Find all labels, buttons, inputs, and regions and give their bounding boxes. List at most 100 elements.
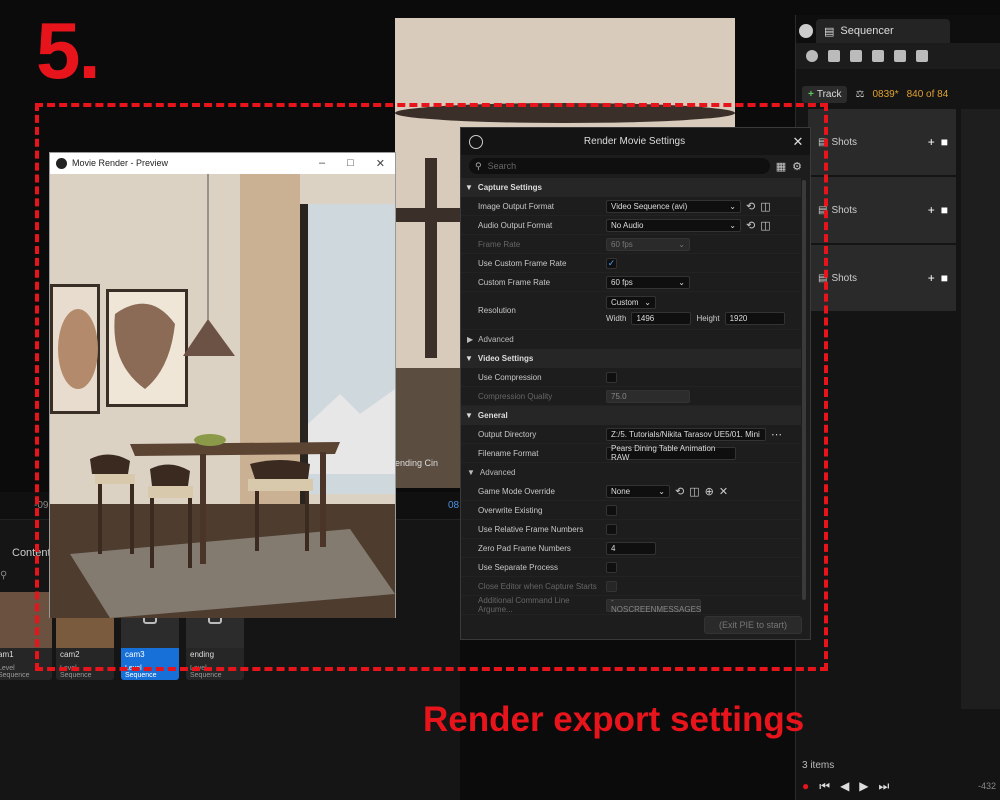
unreal-logo-icon [56,157,67,169]
output-directory-field[interactable]: Z:/5. Tutorials/Nikita Tarasov UE5/01. M… [606,427,766,441]
frame-range: 840 of 84 [906,88,949,100]
section-capture-settings[interactable]: ▼ Capture Settings [461,178,801,197]
use-relative-frame-numbers-checkbox[interactable] [606,523,617,535]
chevron-down-icon: ▼ [465,354,473,363]
play-icon[interactable]: ▶ [859,779,868,794]
game-mode-override-dropdown[interactable]: None ⌄ [606,484,670,498]
maximize-icon[interactable]: □ [347,157,354,170]
close-icon[interactable]: ✕ [786,134,810,150]
camera-icon[interactable] [872,50,884,62]
compression-quality-row: Compression Quality 75.0 [461,387,801,406]
frame-rate-dropdown: 60 fps ⌄ [606,237,690,251]
search-icon: ⚲ [475,160,482,171]
end-time: -432 [977,781,996,791]
image-output-format-dropdown[interactable]: Video Sequence (avi) ⌄ [606,199,741,213]
browse-folder-icon[interactable]: ◫ [689,485,699,498]
reset-arrow-icon[interactable]: ⟲ [746,200,755,213]
shot-track-row[interactable]: ▤ Shots + ■ [808,177,956,243]
gear-icon[interactable]: ⚙ [792,160,802,173]
camera-icon[interactable]: ■ [941,135,948,149]
chevron-down-icon: ⌄ [729,201,736,211]
find-icon[interactable] [850,50,862,62]
save-icon[interactable] [828,50,840,62]
sequencer-timeline-area[interactable] [961,109,1000,709]
exit-pie-button: (Exit PIE to start) [704,616,802,634]
search-input[interactable]: ⚲ Search [469,158,770,174]
overwrite-existing-checkbox[interactable] [606,504,617,516]
unreal-logo-icon [469,134,483,149]
settings-scrollbar[interactable] [802,180,806,600]
step-number: 5. [36,6,101,95]
height-field[interactable]: 1920 [724,312,785,325]
items-count: 3 items [802,760,835,771]
preview-window: Movie Render - Preview – □ ✕ [49,152,396,618]
output-directory-row: Output Directory Z:/5. Tutorials/Nikita … [461,425,801,444]
sequencer-panel: ▤ Sequencer + Track ⚖ 0839* 840 of 84 ▤ S… [795,15,1000,800]
use-separate-process-checkbox[interactable] [606,561,617,573]
audio-output-format-dropdown[interactable]: No Audio ⌄ [606,218,741,232]
section-video-settings[interactable]: ▼ Video Settings [461,349,801,368]
transport-controls: ● ⏮ ◀ ▶ ⏭ [802,779,889,794]
minimize-icon[interactable]: – [319,157,325,170]
skip-to-start-icon[interactable]: ⏮ [819,779,830,794]
section-advanced[interactable]: ▶ Advanced [461,330,801,349]
content-tab[interactable]: Content [0,542,51,564]
shot-track-row[interactable]: ▤ Shots + ■ [808,109,956,175]
use-compression-checkbox[interactable] [606,371,617,383]
camera-icon[interactable]: ■ [941,271,948,285]
use-custom-frame-rate-checkbox[interactable]: ✓ [606,257,617,269]
close-icon[interactable]: ✕ [376,157,385,170]
chevron-down-icon: ⌄ [644,298,651,307]
asset-thumbnail[interactable]: am1 Level Sequence [0,592,52,680]
zero-pad-field[interactable]: 4 [606,541,656,555]
chevron-down-icon: ▼ [465,411,473,420]
compression-quality-field: 75.0 [606,389,690,403]
section-advanced-general[interactable]: ▼ Advanced [461,463,801,482]
render-preview-image [50,174,395,618]
browse-folder-icon[interactable]: ◫ [760,200,770,213]
reset-arrow-icon[interactable]: ⟲ [675,485,684,498]
step-back-icon[interactable]: ◀ [840,779,849,794]
width-field[interactable]: 1496 [631,312,692,325]
shot-track-icon: ▤ [818,204,828,216]
image-output-format-row: Image Output Format Video Sequence (avi)… [461,197,801,216]
actions-icon[interactable] [916,50,928,62]
filter-icon[interactable]: ⚖ [855,89,864,100]
skip-to-end-icon[interactable]: ⏭ [879,779,890,794]
use-custom-frame-rate-row: Use Custom Frame Rate ✓ [461,254,801,273]
film-icon: ▤ [824,25,835,38]
filename-format-row: Filename Format Pears Dining Table Anima… [461,444,801,463]
preview-titlebar[interactable]: Movie Render - Preview – □ ✕ [50,153,395,173]
add-track-button[interactable]: + Track [802,85,848,103]
reset-arrow-icon[interactable]: ⟲ [746,219,755,232]
clapper-icon[interactable] [894,50,906,62]
use-separate-process-row: Use Separate Process [461,558,801,577]
browse-folder-icon[interactable]: ◫ [760,219,770,232]
section-general[interactable]: ▼ General [461,406,801,425]
clear-icon[interactable]: ✕ [719,485,728,498]
table-view-icon[interactable]: ▦ [776,160,786,173]
filename-format-field[interactable]: Pears Dining Table Animation RAW [606,444,736,462]
current-frame[interactable]: 0839* [872,89,898,100]
shot-track-row[interactable]: ▤ Shots + ■ [808,245,956,311]
tab-sequencer[interactable]: ▤ Sequencer [816,19,950,43]
record-icon[interactable]: ● [802,779,809,794]
more-icon[interactable]: ⋯ [771,428,782,441]
add-icon[interactable]: + [928,203,935,217]
chevron-down-icon: ▼ [467,468,475,477]
chevron-down-icon: ⌄ [658,486,665,496]
custom-frame-rate-dropdown[interactable]: 60 fps ⌄ [606,275,690,289]
resolution-preset-dropdown[interactable]: Custom ⌄ [606,296,656,309]
background-overlay-text: ending Cin [395,458,439,468]
add-icon[interactable]: + [928,135,935,149]
chevron-right-icon: ▶ [467,335,474,344]
settings-titlebar[interactable]: Render Movie Settings ✕ [461,128,810,155]
add-icon[interactable]: + [928,271,935,285]
camera-icon[interactable]: ■ [941,203,948,217]
preview-title: Movie Render - Preview [72,158,169,168]
frame-rate-row: Frame Rate 60 fps ⌄ [461,235,801,254]
caption: Render export settings [423,700,805,739]
additional-command-line-field: -NOSCREENMESSAGES [606,596,701,614]
add-icon[interactable]: ⊕ [705,485,714,498]
world-icon[interactable] [806,50,818,62]
